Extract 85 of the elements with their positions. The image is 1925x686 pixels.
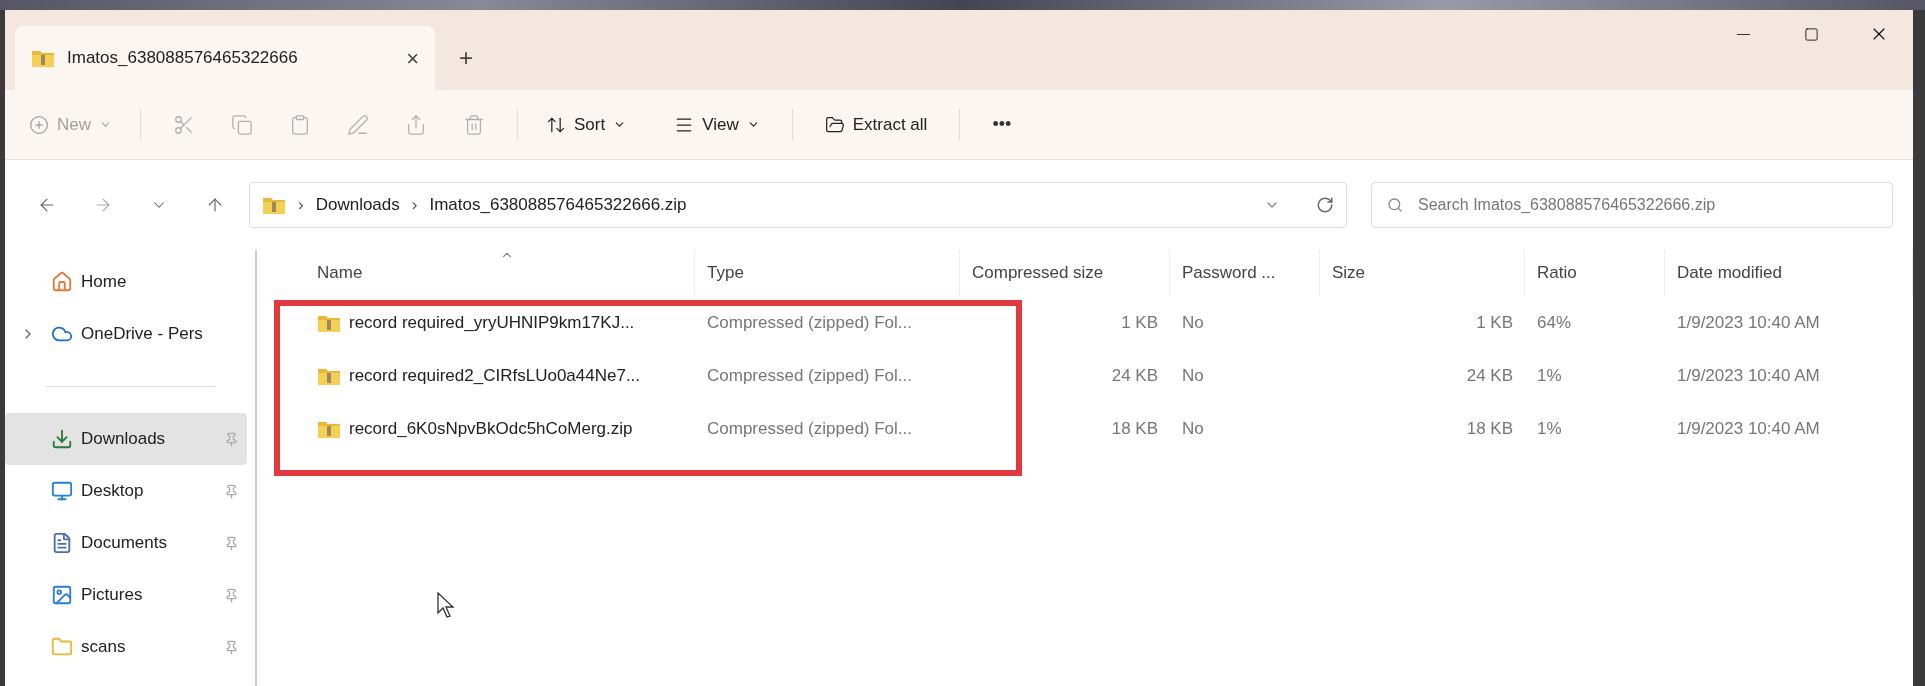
table-cell-text: No bbox=[1182, 417, 1204, 440]
column-header[interactable]: Name bbox=[305, 250, 695, 296]
column-header[interactable]: Type bbox=[695, 250, 960, 296]
table-cell-text: 1% bbox=[1537, 417, 1562, 440]
table-cell-text: Compressed (zipped) Fol... bbox=[707, 311, 913, 334]
tab[interactable]: Imatos_638088576465322666 × bbox=[15, 26, 435, 90]
view-button[interactable]: View bbox=[662, 103, 772, 146]
folder-icon bbox=[51, 636, 73, 658]
sidebar-item[interactable]: Home bbox=[5, 256, 247, 308]
table-cell-text: record required2_CIRfsLUo0a44Ne7... bbox=[349, 364, 641, 387]
sidebar-label: Home bbox=[81, 271, 127, 294]
download-icon bbox=[51, 428, 73, 450]
file-row[interactable]: record required2_CIRfsLUo0a44Ne7... Compressed (zipped) Fol... 24 KB No 24 KB 1% 1/9/2023 10:40 AM bbox=[257, 349, 1913, 402]
column-header[interactable]: Password ... bbox=[1170, 250, 1320, 296]
clipboard-icon bbox=[289, 113, 311, 136]
pin-icon bbox=[224, 483, 239, 499]
search-field[interactable]: Search Imatos_638088576465322666.zip bbox=[1371, 182, 1893, 228]
pin-icon bbox=[224, 431, 239, 447]
table-cell-text: record required_yryUHNIP9km17KJ... bbox=[349, 311, 635, 334]
cursor-icon bbox=[437, 592, 455, 618]
extract-all-button[interactable]: Extract all bbox=[812, 103, 940, 146]
table-cell-text: 1 KB bbox=[1476, 311, 1513, 334]
trash-icon bbox=[463, 113, 485, 136]
minimize-icon bbox=[1736, 33, 1750, 35]
plus-icon bbox=[29, 114, 49, 135]
sidebar-label: Desktop bbox=[81, 480, 144, 503]
separator-text: › bbox=[298, 194, 304, 217]
sidebar-item[interactable]: Desktop bbox=[5, 465, 247, 517]
table-cell-text: 1% bbox=[1537, 364, 1562, 387]
table-cell-text: No bbox=[1182, 311, 1204, 334]
table-cell-text: 18 KB bbox=[1466, 417, 1513, 440]
sidebar-item[interactable]: OneDrive - Pers bbox=[5, 308, 247, 360]
table-cell-text: 1 KB bbox=[1121, 311, 1158, 334]
maximize-icon bbox=[1803, 26, 1819, 42]
table-cell-text: 24 KB bbox=[1111, 364, 1158, 387]
file-row[interactable]: record required_yryUHNIP9km17KJ... Compressed (zipped) Fol... 1 KB No 1 KB 64% 1/9/2023 10:40 AM bbox=[257, 296, 1913, 349]
table-cell-text: record_6K0sNpvBkOdc5hCoMerg.zip bbox=[349, 417, 633, 440]
table-cell-text: 1/9/2023 10:40 AM bbox=[1677, 364, 1820, 387]
zip-folder-icon bbox=[31, 48, 55, 68]
new-tab-button[interactable]: + bbox=[435, 26, 497, 90]
table-cell-text: 18 KB bbox=[1111, 417, 1158, 440]
sidebar-label: scans bbox=[81, 636, 126, 659]
table-cell-text: 64% bbox=[1537, 311, 1572, 334]
separator-text: › bbox=[411, 194, 418, 217]
address-bar[interactable]: › Downloads › Imatos_638088576465322666.zip bbox=[249, 182, 1347, 228]
more-button[interactable]: ••• bbox=[980, 111, 1024, 138]
table-cell-text: Compressed (zipped) Fol... bbox=[707, 364, 913, 387]
refresh-icon[interactable] bbox=[1316, 196, 1334, 214]
sidebar-item[interactable]: Pictures bbox=[5, 569, 247, 621]
file-row[interactable]: record_6K0sNpvBkOdc5hCoMerg.zip Compressed (zipped) Fol... 18 KB No 18 KB 1% 1/9/2023 10:40 AM bbox=[257, 402, 1913, 455]
sidebar-item[interactable]: Downloads bbox=[5, 413, 247, 465]
image-icon bbox=[51, 584, 73, 606]
pen-icon bbox=[347, 113, 369, 136]
breadcrumb[interactable]: Imatos_638088576465322666.zip bbox=[429, 192, 687, 218]
sidebar-label: Pictures bbox=[81, 584, 143, 607]
sidebar-item[interactable]: scans bbox=[5, 621, 247, 673]
home-icon bbox=[51, 271, 73, 293]
column-header[interactable]: Date modified bbox=[1665, 250, 1913, 296]
table-cell-text: Compressed (zipped) Fol... bbox=[707, 417, 913, 440]
search-icon bbox=[1387, 197, 1403, 213]
document-icon bbox=[51, 532, 73, 554]
tab-title: Imatos_638088576465322666 bbox=[67, 47, 298, 70]
table-cell-text: No bbox=[1182, 364, 1204, 387]
share-icon bbox=[405, 113, 427, 136]
column-header[interactable]: Compressed size bbox=[960, 250, 1170, 296]
sort-button[interactable]: Sort bbox=[534, 103, 639, 146]
copy-icon bbox=[231, 113, 253, 136]
zip-folder-icon bbox=[262, 195, 286, 215]
pin-icon bbox=[224, 639, 239, 655]
folder-icon bbox=[824, 114, 845, 135]
column-header[interactable]: Ratio bbox=[1525, 250, 1665, 296]
column-header[interactable]: Size bbox=[1320, 250, 1525, 296]
scissors-icon bbox=[173, 113, 195, 136]
table-cell-text: 1/9/2023 10:40 AM bbox=[1677, 417, 1820, 440]
pin-icon bbox=[224, 587, 239, 603]
pin-icon bbox=[224, 535, 239, 551]
table-cell-text: 1/9/2023 10:40 AM bbox=[1677, 311, 1820, 334]
close-tab-button[interactable]: × bbox=[406, 41, 419, 75]
sidebar-label: Downloads bbox=[81, 428, 166, 451]
sidebar-item[interactable]: Documents bbox=[5, 517, 247, 569]
sidebar-label: Documents bbox=[81, 532, 167, 555]
sidebar-label: OneDrive - Pers bbox=[81, 323, 203, 346]
monitor-icon bbox=[51, 480, 73, 502]
table-cell-text: 24 KB bbox=[1466, 364, 1513, 387]
breadcrumb[interactable]: Downloads bbox=[315, 192, 400, 218]
